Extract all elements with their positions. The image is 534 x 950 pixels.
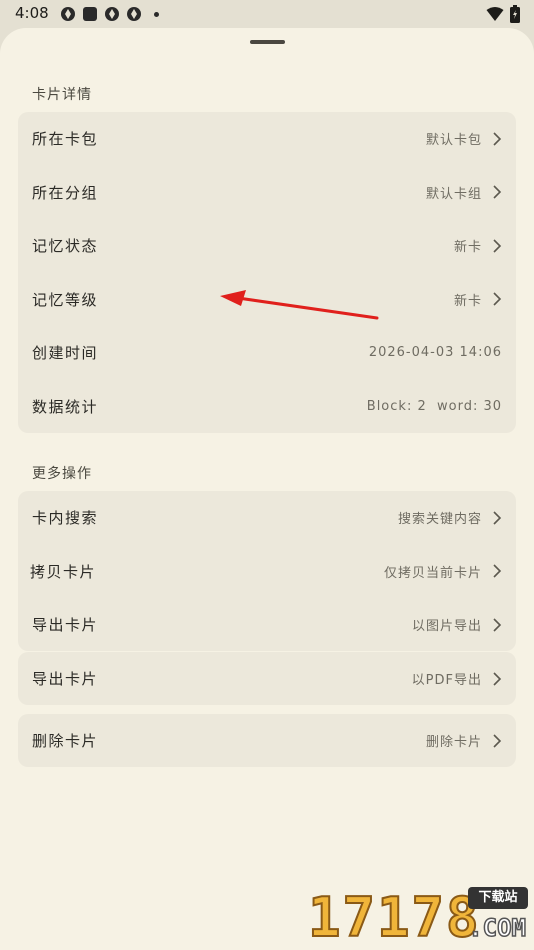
card-detail-sheet: 卡片详情 所在卡包 默认卡包 所在分组 默认卡组 记忆状态 新卡 记忆等级 新卡…: [0, 28, 534, 950]
row-export-pdf[interactable]: 导出卡片 以PDF导出: [18, 652, 516, 706]
drag-handle[interactable]: [250, 40, 285, 44]
row-value: Block: 2 word: 30: [366, 398, 502, 414]
row-search-in-card[interactable]: 卡内搜索 搜索关键内容: [18, 491, 516, 545]
row-label: 所在分组: [32, 183, 99, 202]
row-value: 默认卡组: [425, 186, 482, 202]
chevron-right-icon: [493, 511, 502, 525]
row-data-stats: 数据统计 Block: 2 word: 30: [18, 380, 516, 434]
row-label: 创建时间: [32, 344, 99, 363]
square-icon: [83, 7, 97, 21]
chevron-right-icon: [493, 132, 502, 146]
row-label: 拷贝卡片: [30, 562, 97, 581]
row-value: 以图片导出: [411, 619, 482, 635]
watermark-tag: 下载站: [468, 887, 528, 909]
notification-icons: [60, 6, 159, 22]
row-label: 卡内搜索: [32, 509, 99, 528]
row-label: 删除卡片: [32, 732, 99, 751]
row-label: 所在卡包: [32, 130, 99, 149]
row-export-image[interactable]: 导出卡片 以图片导出: [18, 598, 516, 652]
row-value: 新卡: [453, 240, 482, 256]
row-copy-card[interactable]: 拷贝卡片 仅拷贝当前卡片: [18, 545, 516, 599]
app-icon: [127, 7, 141, 21]
row-label: 数据统计: [32, 397, 99, 416]
row-value: 默认卡包: [425, 133, 482, 149]
watermark-domain: .COM: [467, 913, 526, 943]
row-value: 删除卡片: [425, 735, 482, 751]
row-delete-card[interactable]: 删除卡片 删除卡片: [18, 714, 516, 768]
row-value: 以PDF导出: [411, 673, 482, 689]
section-title-more-actions: 更多操作: [32, 466, 92, 482]
card-details-group: 所在卡包 默认卡包 所在分组 默认卡组 记忆状态 新卡 记忆等级 新卡 创建时间…: [18, 112, 516, 433]
row-value: 新卡: [453, 293, 482, 309]
chevron-right-icon: [493, 734, 502, 748]
chevron-right-icon: [493, 239, 502, 253]
row-label: 导出卡片: [32, 616, 99, 635]
row-card-package[interactable]: 所在卡包 默认卡包: [18, 112, 516, 166]
more-actions-group: 卡内搜索 搜索关键内容 拷贝卡片 仅拷贝当前卡片 导出卡片 以图片导出: [18, 491, 516, 651]
battery-icon: [510, 5, 520, 23]
dot-icon: [154, 11, 159, 17]
row-memory-status[interactable]: 记忆状态 新卡: [18, 219, 516, 273]
row-label: 导出卡片: [32, 670, 99, 689]
watermark-digits: 17178: [307, 885, 481, 950]
app-icon: [61, 7, 75, 21]
row-label: 记忆状态: [32, 237, 99, 256]
row-value: 搜索关键内容: [397, 512, 482, 528]
status-bar: 4:08: [0, 0, 534, 28]
system-icons: [486, 5, 520, 23]
section-title-card-details: 卡片详情: [32, 87, 92, 103]
chevron-right-icon: [493, 292, 502, 306]
app-icon: [105, 7, 119, 21]
row-label: 记忆等级: [32, 290, 99, 309]
status-time: 4:08: [15, 4, 49, 22]
row-memory-level[interactable]: 记忆等级 新卡: [18, 273, 516, 327]
row-value: 仅拷贝当前卡片: [383, 565, 482, 581]
delete-group: 删除卡片 删除卡片: [18, 714, 516, 767]
chevron-right-icon: [493, 564, 502, 578]
row-card-group[interactable]: 所在分组 默认卡组: [18, 166, 516, 220]
wifi-icon: [486, 7, 504, 21]
chevron-right-icon: [493, 185, 502, 199]
chevron-right-icon: [493, 618, 502, 632]
row-value: 2026-04-03 14:06: [368, 345, 502, 361]
chevron-right-icon: [493, 672, 502, 686]
site-watermark: 17178 下载站 .COM: [302, 884, 534, 950]
export-pdf-group: 导出卡片 以PDF导出: [18, 652, 516, 705]
row-created-time: 创建时间 2026-04-03 14:06: [18, 326, 516, 380]
